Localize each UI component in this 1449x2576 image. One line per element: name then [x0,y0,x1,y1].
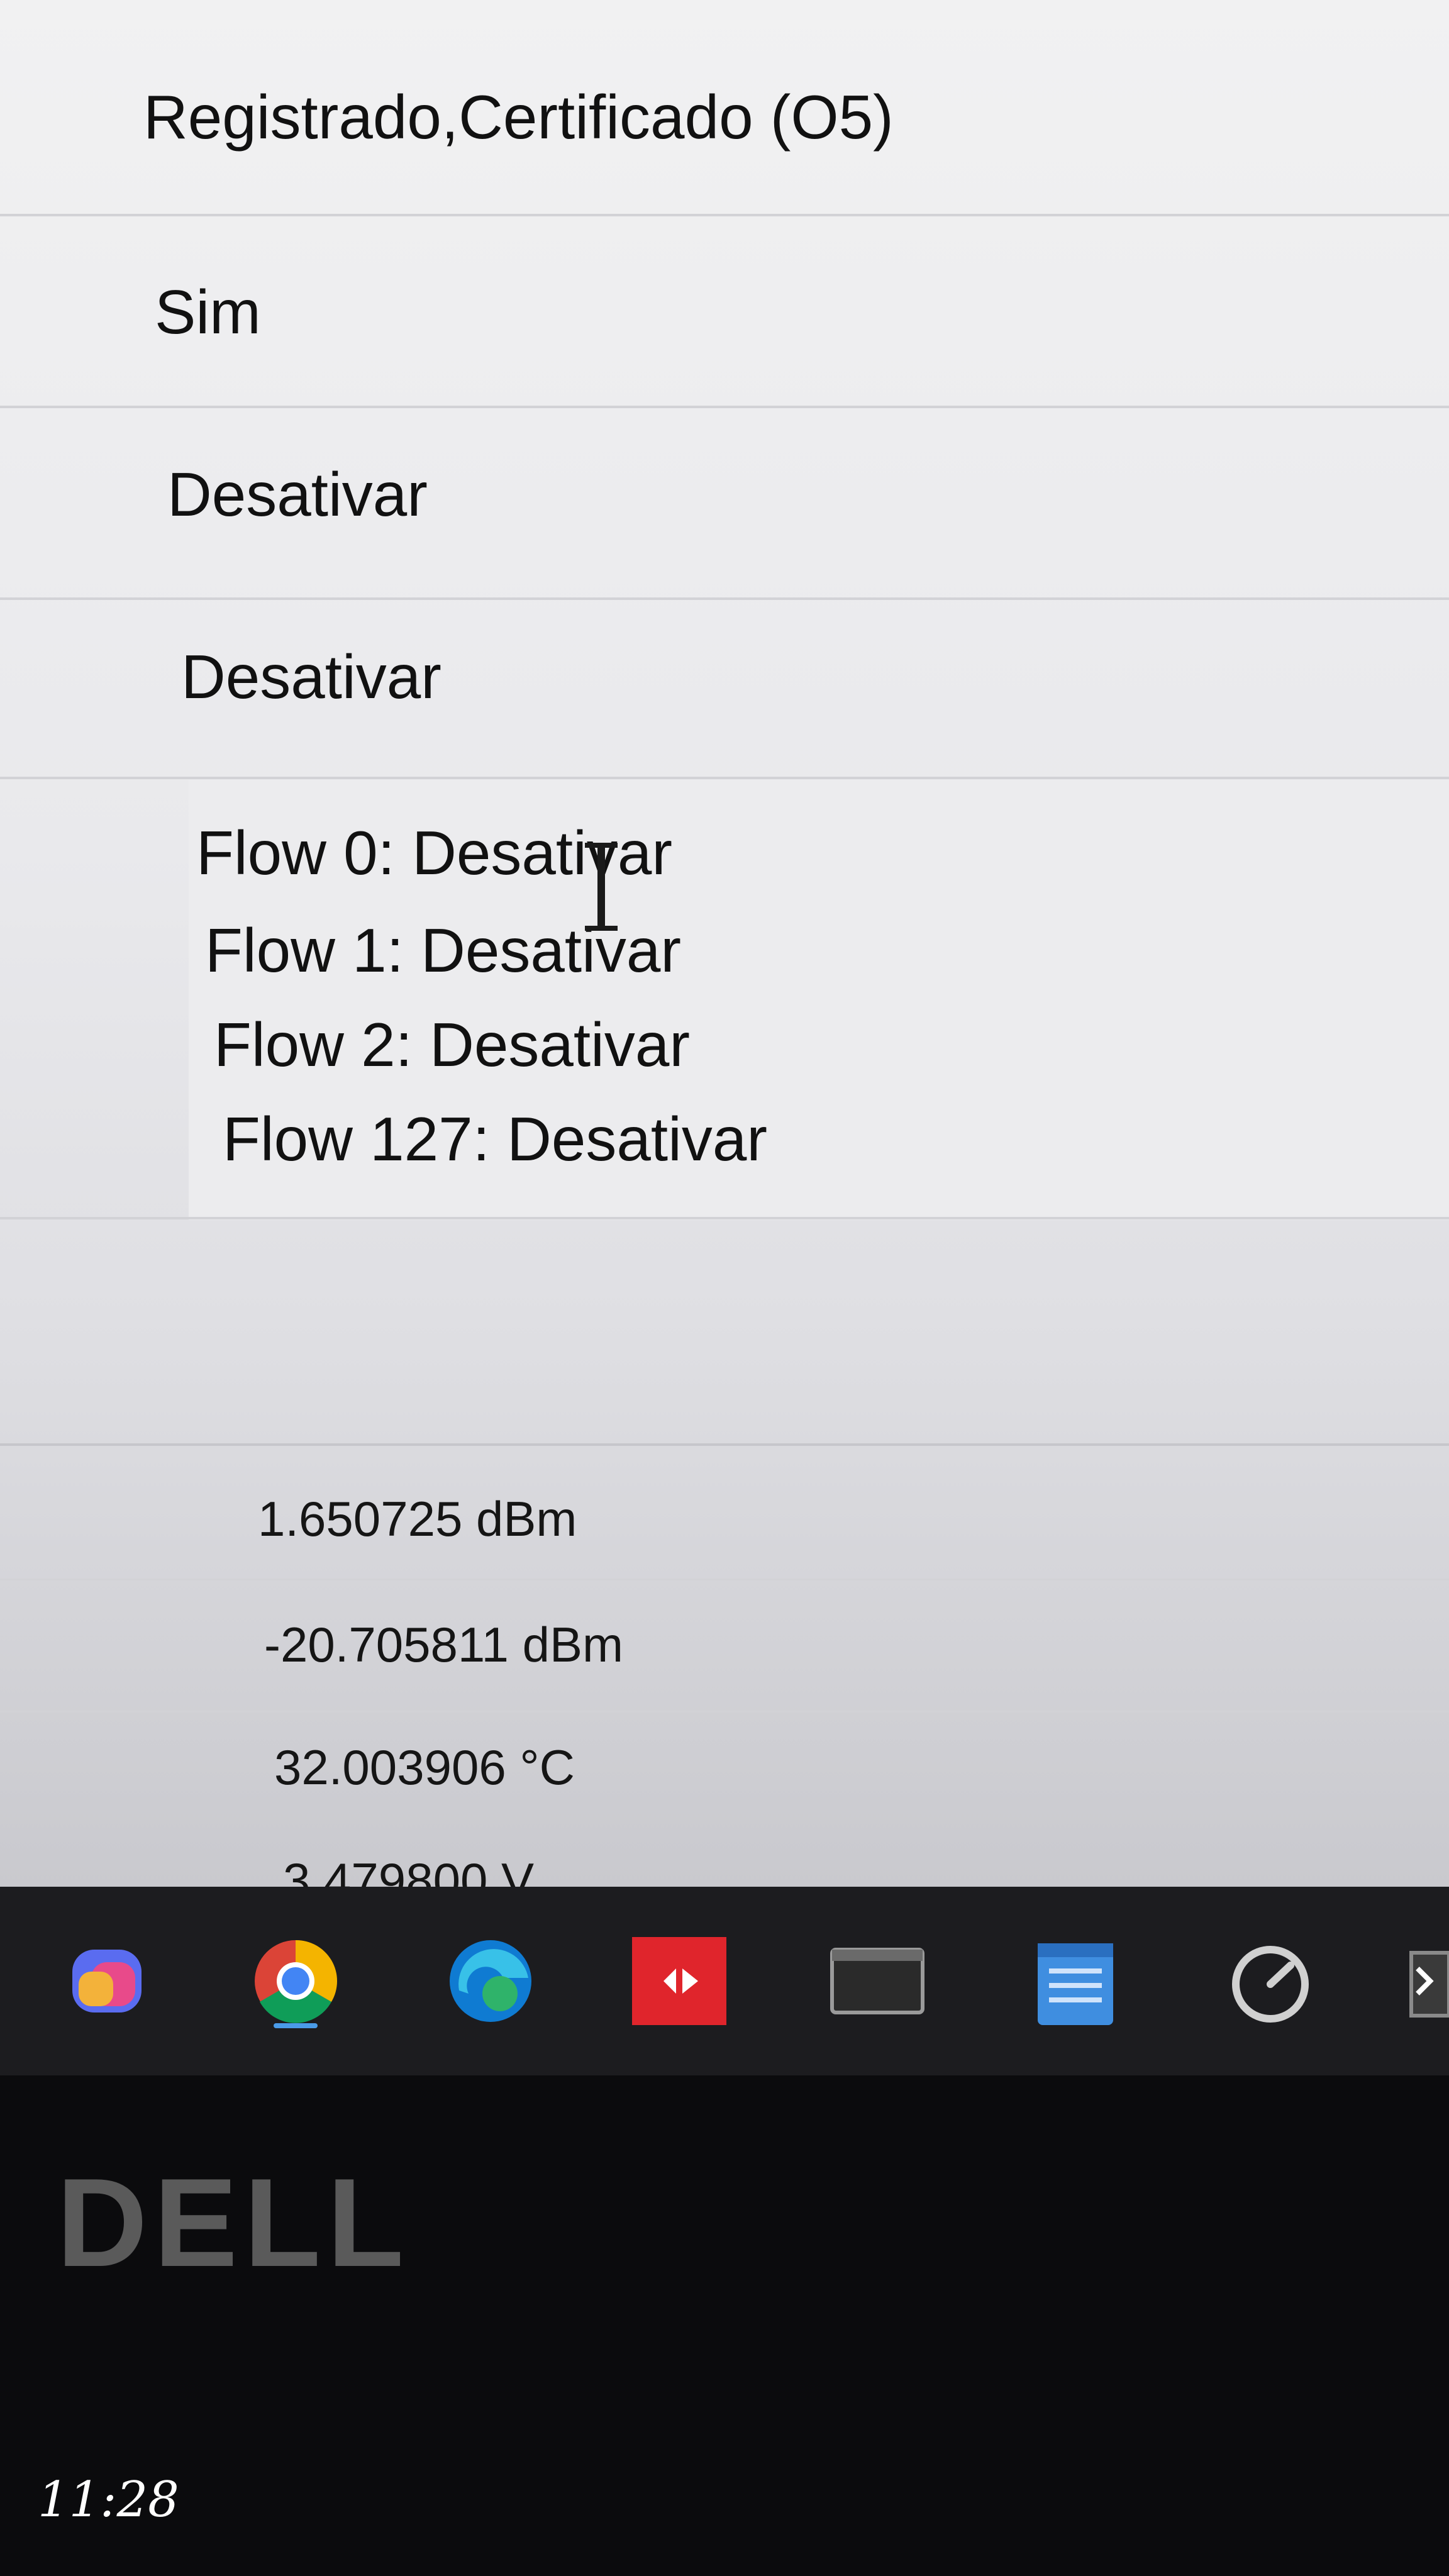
security-mode-value: Registrado,Certificado (O5) [143,82,894,152]
powershell-icon[interactable] [1409,1934,1449,2028]
text-cursor-icon [597,843,605,931]
enabled-value: Sim [155,277,261,347]
tx-power-value: 1.650725 dBm [258,1491,577,1546]
temperature-value: 32.003906 °C [274,1740,575,1795]
flow-item-2[interactable]: Flow 2: Desativar [214,1009,690,1080]
speedometer-icon[interactable] [1220,1934,1321,2028]
terminal-icon[interactable] [827,1934,928,2028]
rx-power-value: -20.705811 dBm [264,1617,623,1672]
voltage-value: 3.479800 V [283,1853,535,1887]
copilot-icon[interactable] [57,1934,157,2028]
section-divider [0,1443,1449,1446]
option-b-value: Desativar [181,642,441,711]
section-divider [0,1217,1449,1219]
browser-page: Registrado,Certificado (O5) Sim Desativa… [0,0,1449,1887]
row-divider [0,406,1449,408]
row-divider [0,777,1449,779]
row-divider [0,1579,1449,1580]
row-divider [0,597,1449,600]
timestamp-overlay: 11:28 [38,2472,179,2528]
chrome-icon[interactable] [245,1934,346,2028]
edge-icon[interactable] [440,1934,541,2028]
option-a-value: Desativar [167,460,428,529]
row-divider [0,214,1449,216]
text-cursor-icon [585,926,618,931]
row-divider [0,1711,1449,1713]
remote-desktop-icon[interactable] [629,1934,730,2028]
dell-logo: DELL [57,2153,411,2293]
notepad-icon[interactable] [1025,1934,1126,2028]
flow-item-127[interactable]: Flow 127: Desativar [223,1104,767,1175]
